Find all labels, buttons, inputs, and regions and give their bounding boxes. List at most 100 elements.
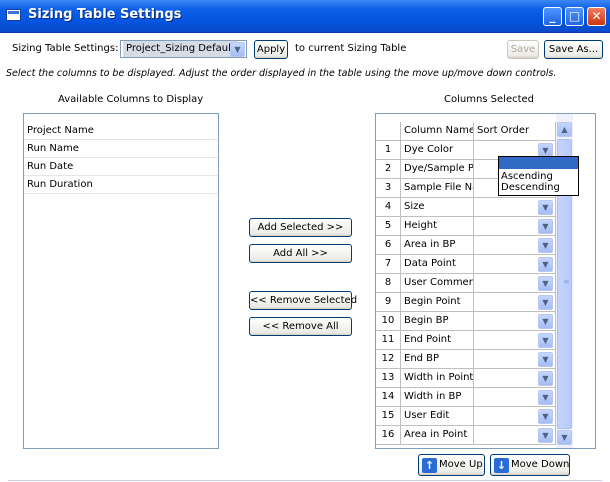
row-number: 9 <box>376 293 401 312</box>
save-button[interactable]: Save <box>507 40 539 59</box>
apply-suffix-label: to current Sizing Table <box>295 43 407 54</box>
chevron-down-icon[interactable]: ▼ <box>538 390 553 405</box>
column-name-cell[interactable]: Width in BP <box>401 388 474 407</box>
chevron-down-icon[interactable]: ▼ <box>538 295 553 310</box>
chevron-down-icon[interactable]: ▼ <box>538 428 553 443</box>
column-name-cell[interactable]: User Comments <box>401 274 474 293</box>
scroll-up-icon[interactable]: ▲ <box>557 122 572 137</box>
sort-order-select[interactable]: ▼ <box>474 217 556 236</box>
sort-order-select[interactable]: ▼ <box>474 255 556 274</box>
divider <box>8 480 602 481</box>
sort-order-select[interactable]: ▼ <box>474 236 556 255</box>
column-name-cell[interactable]: Dye Color <box>401 141 474 160</box>
row-number: 8 <box>376 274 401 293</box>
chevron-down-icon[interactable]: ▼ <box>538 409 553 424</box>
instructions-text: Select the columns to be displayed. Adju… <box>6 68 557 79</box>
maximize-icon: □ <box>568 9 581 23</box>
title-bar[interactable]: Sizing Table Settings _ □ ✕ <box>0 0 610 33</box>
column-name-cell[interactable]: Area in Point <box>401 426 474 445</box>
sort-order-select[interactable]: ▼ <box>474 293 556 312</box>
row-number: 3 <box>376 179 401 198</box>
scroll-grip-icon: ≡ <box>563 277 570 286</box>
window-icon <box>6 9 21 21</box>
list-item[interactable]: Run Date <box>24 158 218 176</box>
chevron-down-icon[interactable]: ▼ <box>538 200 553 215</box>
column-name-cell[interactable]: User Edit <box>401 407 474 426</box>
arrow-up-icon: ↑ <box>422 458 437 473</box>
sort-order-dropdown-list[interactable]: Ascending Descending <box>498 156 579 196</box>
column-name-cell[interactable]: Begin Point <box>401 293 474 312</box>
column-name-cell[interactable]: End Point <box>401 331 474 350</box>
sort-order-select[interactable]: ▼ <box>474 388 556 407</box>
row-number: 5 <box>376 217 401 236</box>
arrow-down-icon: ↓ <box>494 458 509 473</box>
chevron-down-icon[interactable]: ▼ <box>538 371 553 386</box>
settings-dropdown-value: Project_Sizing Default <box>123 41 238 57</box>
chevron-down-icon[interactable]: ▼ <box>230 42 245 57</box>
row-number: 13 <box>376 369 401 388</box>
chevron-down-icon[interactable]: ▼ <box>538 352 553 367</box>
move-up-label: Move Up <box>439 459 483 470</box>
move-down-label: Move Down <box>511 459 570 470</box>
scroll-down-icon[interactable]: ▼ <box>557 430 572 445</box>
row-number: 6 <box>376 236 401 255</box>
row-number: 12 <box>376 350 401 369</box>
apply-button[interactable]: Apply <box>254 40 288 59</box>
row-number: 15 <box>376 407 401 426</box>
add-selected-button[interactable]: Add Selected >> <box>249 218 352 237</box>
settings-dropdown[interactable]: Project_Sizing Default ▼ <box>120 40 247 58</box>
maximize-button[interactable]: □ <box>565 7 584 26</box>
list-item[interactable]: Run Name <box>24 140 218 158</box>
add-all-button[interactable]: Add All >> <box>249 244 352 263</box>
column-name-cell[interactable]: End BP <box>401 350 474 369</box>
list-item[interactable]: Run Duration <box>24 176 218 194</box>
sort-order-select[interactable]: ▼ <box>474 198 556 217</box>
close-button[interactable]: ✕ <box>587 7 606 26</box>
sort-option-descending[interactable]: Descending <box>499 182 578 194</box>
chevron-down-icon[interactable]: ▼ <box>538 257 553 272</box>
row-number: 11 <box>376 331 401 350</box>
move-down-button[interactable]: ↓ Move Down <box>490 454 570 476</box>
move-up-button[interactable]: ↑ Move Up <box>418 454 485 476</box>
row-number: 14 <box>376 388 401 407</box>
remove-selected-button[interactable]: << Remove Selected <box>249 291 357 310</box>
available-columns-list[interactable]: Project Name Run Name Run Date Run Durat… <box>23 113 219 449</box>
list-item[interactable]: Project Name <box>24 122 218 140</box>
row-number: 4 <box>376 198 401 217</box>
sort-order-select[interactable]: ▼ <box>474 426 556 445</box>
chevron-down-icon[interactable]: ▼ <box>538 276 553 291</box>
chevron-down-icon[interactable]: ▼ <box>538 219 553 234</box>
sort-order-select[interactable]: ▼ <box>474 350 556 369</box>
row-number: 10 <box>376 312 401 331</box>
row-number: 16 <box>376 426 401 445</box>
sort-order-select[interactable]: ▼ <box>474 407 556 426</box>
chevron-down-icon[interactable]: ▼ <box>538 238 553 253</box>
column-name-cell[interactable]: Sample File Name <box>401 179 474 198</box>
column-name-cell[interactable]: Height <box>401 217 474 236</box>
sort-order-select[interactable]: ▼ <box>474 312 556 331</box>
header-num-cell <box>376 122 401 141</box>
column-header-sort[interactable]: Sort Order <box>474 122 556 141</box>
settings-label: Sizing Table Settings: <box>12 43 119 54</box>
columns-selected-title: Columns Selected <box>444 94 535 105</box>
minimize-button[interactable]: _ <box>543 7 562 26</box>
column-name-cell[interactable]: Begin BP <box>401 312 474 331</box>
sort-order-select[interactable]: ▼ <box>474 331 556 350</box>
sort-order-select[interactable]: ▼ <box>474 274 556 293</box>
column-header-name[interactable]: Column Name <box>401 122 474 141</box>
column-name-cell[interactable]: Dye/Sample Peak <box>401 160 474 179</box>
remove-all-button[interactable]: << Remove All <box>249 317 352 336</box>
row-number: 7 <box>376 255 401 274</box>
row-number: 1 <box>376 141 401 160</box>
save-as-button[interactable]: Save As... <box>544 40 603 59</box>
column-name-cell[interactable]: Data Point <box>401 255 474 274</box>
row-number: 2 <box>376 160 401 179</box>
column-name-cell[interactable]: Width in Point <box>401 369 474 388</box>
sort-order-select[interactable]: ▼ <box>474 369 556 388</box>
column-name-cell[interactable]: Area in BP <box>401 236 474 255</box>
chevron-down-icon[interactable]: ▼ <box>538 314 553 329</box>
chevron-down-icon[interactable]: ▼ <box>538 333 553 348</box>
minimize-icon: _ <box>549 9 556 23</box>
column-name-cell[interactable]: Size <box>401 198 474 217</box>
sort-option-blank[interactable] <box>499 157 578 169</box>
